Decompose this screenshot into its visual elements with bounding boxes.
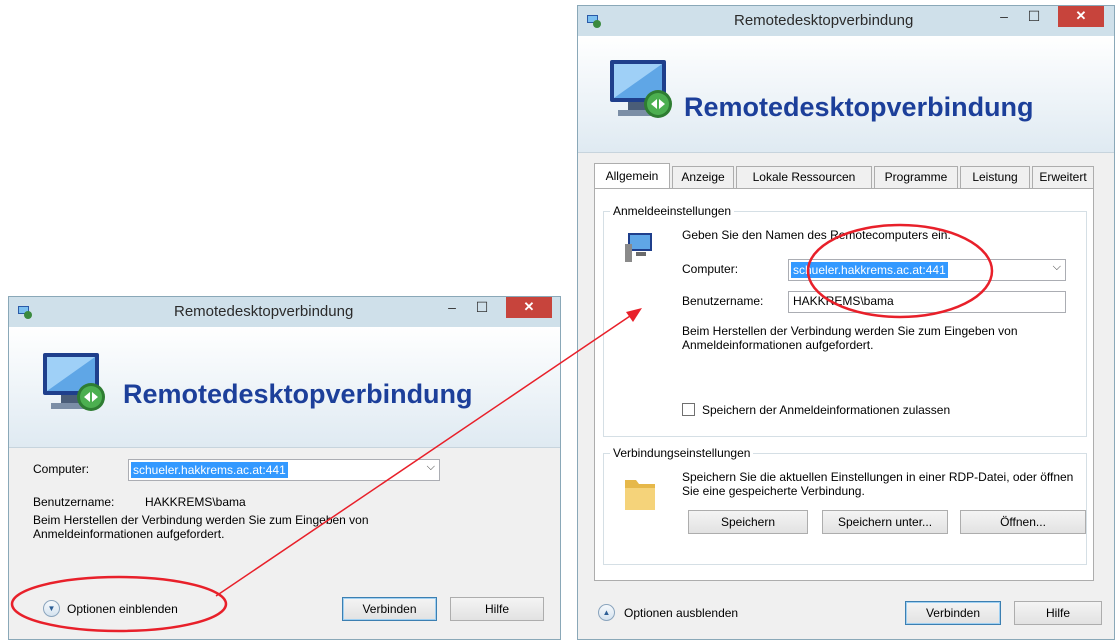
tab-performance[interactable]: Leistung — [960, 166, 1030, 188]
login-hint: Geben Sie den Namen des Remotecomputers … — [682, 228, 951, 242]
expand-icon[interactable]: ▼ — [43, 600, 60, 617]
tab-programs[interactable]: Programme — [874, 166, 958, 188]
save-as-button[interactable]: Speichern unter... — [822, 510, 948, 534]
collapse-icon[interactable]: ▲ — [598, 604, 615, 621]
banner-title: Remotedesktopverbindung — [123, 379, 473, 409]
minimize-button[interactable]: – — [991, 6, 1017, 27]
maximize-button[interactable]: ☐ — [469, 297, 495, 318]
connection-info: Beim Herstellen der Verbindung werden Si… — [682, 324, 1018, 352]
save-button[interactable]: Speichern — [688, 510, 808, 534]
monitor-icon — [610, 60, 672, 118]
tab-general[interactable]: Allgemein — [594, 163, 670, 188]
tab-local-resources[interactable]: Lokale Ressourcen — [736, 166, 872, 188]
rdp-app-icon — [587, 15, 601, 28]
computer-label: Computer: — [682, 262, 739, 276]
computer-combobox[interactable]: schueler.hakkrems.ac.at:441 ⌵ — [128, 459, 440, 481]
help-button[interactable]: Hilfe — [450, 597, 544, 621]
monitor-icon — [43, 353, 105, 411]
save-credentials-checkbox[interactable] — [682, 403, 695, 416]
open-button[interactable]: Öffnen... — [960, 510, 1086, 534]
banner: Remotedesktopverbindung — [9, 327, 560, 448]
connection-info: Beim Herstellen der Verbindung werden Si… — [33, 513, 369, 541]
tab-display[interactable]: Anzeige — [672, 166, 734, 188]
connection-group-title: Verbindungseinstellungen — [610, 446, 754, 460]
username-field[interactable]: HAKKREMS\bama — [788, 291, 1066, 313]
rdp-window-expanded: Remotedesktopverbindung – ☐ ✕ Remotedesk… — [577, 5, 1115, 640]
close-button[interactable]: ✕ — [506, 297, 552, 318]
username-value: HAKKREMS\bama — [145, 495, 246, 509]
title-bar[interactable]: Remotedesktopverbindung – ☐ ✕ — [578, 6, 1114, 36]
tab-advanced[interactable]: Erweitert — [1032, 166, 1094, 188]
tab-page: Anmeldeeinstellungen Geben Sie den Namen… — [594, 188, 1094, 581]
window-title: Remotedesktopverbindung — [734, 12, 914, 29]
save-credentials-label[interactable]: Speichern der Anmeldeinformationen zulas… — [702, 403, 950, 417]
chevron-down-icon[interactable]: ⌵ — [427, 461, 435, 474]
folder-icon — [625, 480, 655, 510]
computer-icon — [625, 233, 652, 262]
connection-info: Speichern Sie die aktuellen Einstellunge… — [682, 470, 1074, 498]
connect-button[interactable]: Verbinden — [905, 601, 1001, 625]
rdp-window-collapsed: Remotedesktopverbindung – ☐ ✕ Remotedesk… — [8, 296, 561, 640]
connection-settings-group: Verbindungseinstellungen Speichern Sie d… — [603, 446, 1087, 565]
computer-label: Computer: — [33, 462, 90, 476]
rdp-app-icon — [18, 306, 32, 319]
show-options-link[interactable]: Optionen einblenden — [67, 602, 178, 616]
banner: Remotedesktopverbindung — [578, 36, 1114, 153]
computer-value: schueler.hakkrems.ac.at:441 — [131, 462, 288, 478]
username-label: Benutzername: — [682, 294, 764, 308]
window-title: Remotedesktopverbindung — [174, 303, 354, 320]
connect-button[interactable]: Verbinden — [342, 597, 437, 621]
help-button[interactable]: Hilfe — [1014, 601, 1102, 625]
banner-title: Remotedesktopverbindung — [684, 92, 1034, 122]
chevron-down-icon[interactable]: ⌵ — [1053, 261, 1061, 274]
hide-options-link[interactable]: Optionen ausblenden — [624, 606, 738, 620]
maximize-button[interactable]: ☐ — [1021, 6, 1047, 27]
login-group-title: Anmeldeeinstellungen — [610, 204, 735, 218]
computer-combobox[interactable]: schueler.hakkrems.ac.at:441 ⌵ — [788, 259, 1066, 281]
title-bar[interactable]: Remotedesktopverbindung – ☐ ✕ — [9, 297, 560, 327]
tab-strip: Allgemein Anzeige Lokale Ressourcen Prog… — [594, 163, 1094, 188]
computer-value: schueler.hakkrems.ac.at:441 — [791, 262, 948, 278]
close-button[interactable]: ✕ — [1058, 6, 1104, 27]
username-label: Benutzername: — [33, 495, 115, 509]
login-settings-group: Anmeldeeinstellungen Geben Sie den Namen… — [603, 204, 1087, 437]
minimize-button[interactable]: – — [439, 297, 465, 318]
